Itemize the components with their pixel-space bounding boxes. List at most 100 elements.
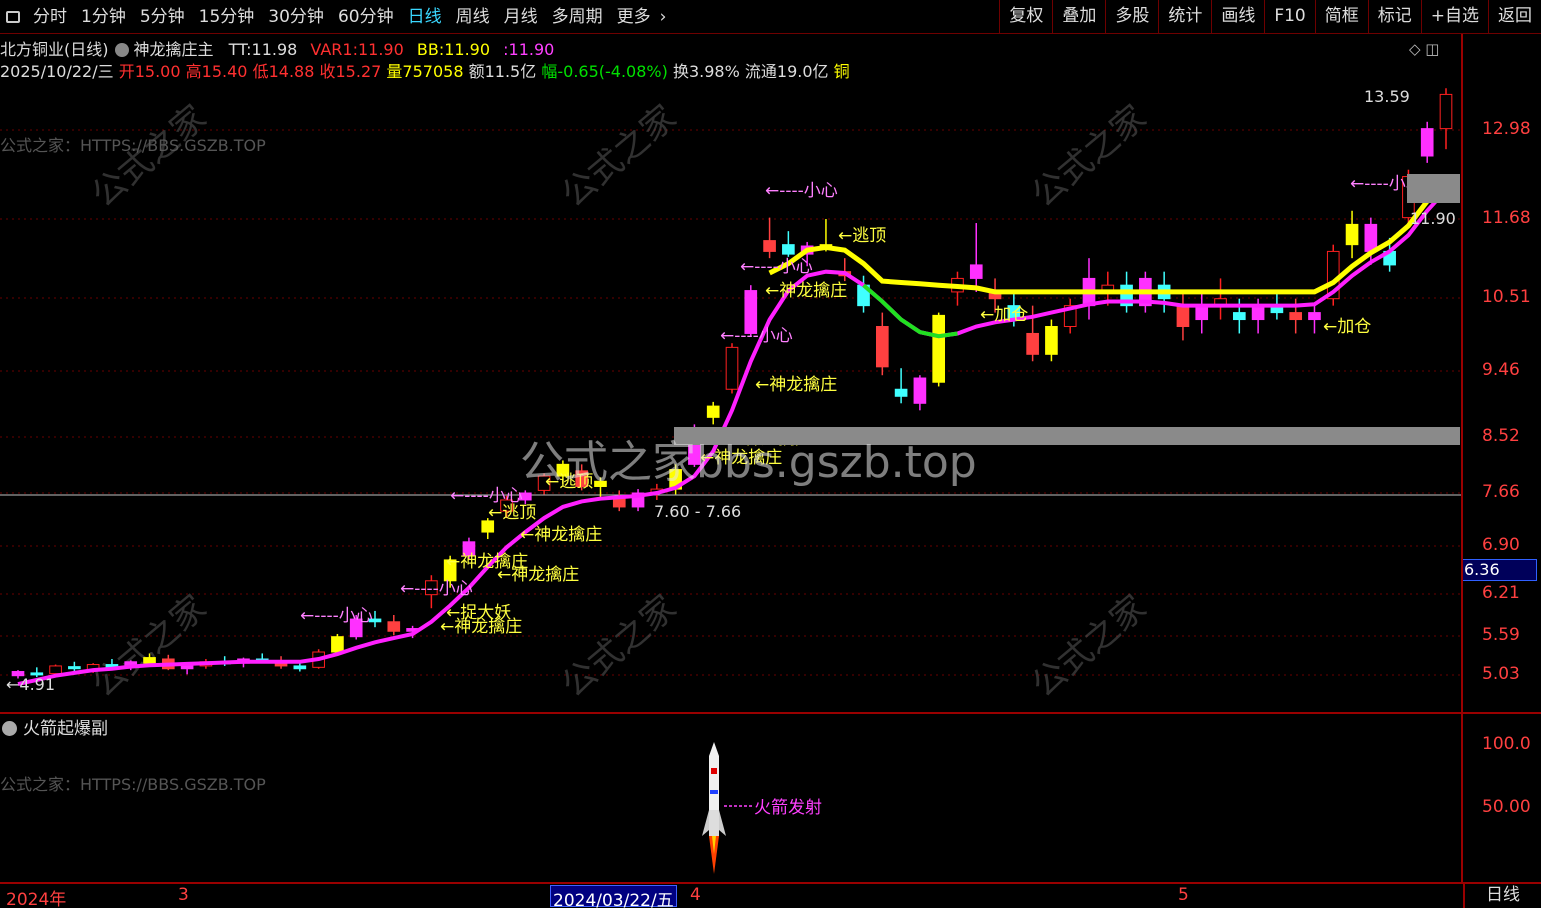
stock-name[interactable]: 北方铜业(日线)	[0, 40, 109, 59]
candle[interactable]	[387, 615, 401, 636]
sub-indicator-name: 火箭起爆副	[23, 719, 108, 739]
candlestick-chart[interactable]: 公式之家 公式之家 公式之家公式之家 公式之家 公式之家←神龙擒庄←神龙擒庄←神龙擒庄←…	[0, 80, 1461, 712]
indicator-name[interactable]: 神龙擒庄主	[134, 40, 214, 59]
quote-date: 2025/10/22/三	[0, 62, 114, 81]
vol-value: 757058	[402, 62, 464, 81]
candle[interactable]	[894, 368, 908, 404]
candle[interactable]	[932, 312, 946, 387]
period-toolbar: 分时 1分钟 5分钟 15分钟 30分钟 60分钟 日线 周线 月线 多周期 更多 › 复权 叠加 多股统…	[0, 0, 1541, 34]
candle[interactable]	[68, 661, 81, 672]
sub-axis-50: 50.00	[1482, 797, 1531, 817]
period-tab-4[interactable]: 30分钟	[261, 0, 331, 34]
toolbar-button-0[interactable]: 复权	[999, 0, 1052, 34]
rocket-stripe	[710, 790, 718, 794]
annotation-label: ←----小心	[720, 326, 793, 346]
period-tab-3[interactable]: 15分钟	[192, 0, 262, 34]
period-tab-0[interactable]: 分时	[26, 0, 74, 34]
period-tabs: 分时 1分钟 5分钟 15分钟 30分钟 60分钟 日线 周线 月线 多周期 更多 ›	[26, 0, 668, 34]
candle[interactable]	[1063, 298, 1077, 334]
period-indicator[interactable]: 日线	[1463, 884, 1541, 908]
annotation-label: ←逃顶	[838, 226, 886, 246]
annotation-label: ←----小心	[740, 257, 813, 277]
toolbar-button-1[interactable]: 叠加	[1052, 0, 1105, 34]
range-label: 7.60 - 7.66	[654, 502, 742, 521]
svg-text:公式之家: 公式之家	[554, 97, 684, 215]
date-cursor: 2024/03/22/五	[550, 885, 677, 908]
candle[interactable]	[1345, 210, 1359, 259]
period-tab-7[interactable]: 周线	[449, 0, 497, 34]
period-tab-8[interactable]: 月线	[497, 0, 545, 34]
period-tab-2[interactable]: 5分钟	[133, 0, 192, 34]
panel-divider	[0, 712, 1541, 714]
period-tab-9[interactable]: 多周期	[545, 0, 610, 34]
extra-value: 11.90	[508, 40, 555, 59]
candle[interactable]	[725, 343, 739, 394]
candle[interactable]	[763, 217, 776, 259]
candle[interactable]	[1045, 319, 1058, 362]
amount-value: 11.5亿	[484, 62, 537, 81]
period-tab-6[interactable]: 日线	[401, 0, 449, 34]
candle[interactable]	[706, 401, 720, 425]
candle[interactable]	[913, 375, 927, 411]
annotation-label: ←加仓	[1323, 317, 1371, 337]
period-tab-10[interactable]: 更多	[610, 0, 658, 34]
svg-text:公式之家: 公式之家	[1024, 97, 1154, 215]
candle[interactable]	[1214, 278, 1227, 320]
low-value: 14.88	[268, 62, 315, 81]
open-label: 开	[118, 62, 135, 81]
price-band-small	[1407, 174, 1460, 203]
candle[interactable]	[612, 490, 626, 512]
tt-value: 11.98	[251, 40, 298, 59]
svg-text:公式之家: 公式之家	[84, 97, 214, 215]
period-tab-5[interactable]: 60分钟	[331, 0, 401, 34]
candle[interactable]	[631, 489, 645, 512]
candle[interactable]	[1082, 258, 1096, 320]
open-value: 15.00	[134, 62, 181, 81]
sub-settings-icon[interactable]	[2, 721, 17, 736]
candle[interactable]	[875, 312, 889, 376]
rocket-fin-right	[719, 810, 726, 836]
sector[interactable]: 铜	[834, 62, 850, 81]
annotation-label: ←加仓	[980, 305, 1028, 325]
candle[interactable]	[969, 223, 983, 292]
toolbar-button-6[interactable]: 简框	[1314, 0, 1368, 34]
candle[interactable]	[1176, 291, 1190, 341]
svg-text:公式之家: 公式之家	[554, 587, 684, 705]
candle[interactable]	[1420, 121, 1434, 163]
sub-indicator-title[interactable]: 火箭起爆副	[0, 714, 108, 739]
price-tick-0: 12.98	[1482, 119, 1531, 139]
price-tick-6: 6.90	[1482, 535, 1520, 555]
candle[interactable]	[1308, 305, 1321, 334]
menu-icon[interactable]	[0, 0, 26, 34]
toolbar-button-9[interactable]: 返回	[1488, 0, 1541, 34]
panel-frame	[1461, 34, 1463, 882]
low-label: 低	[252, 62, 269, 81]
toolbar-button-8[interactable]: +自选	[1420, 0, 1488, 34]
rocket-fin-left	[702, 810, 709, 836]
svg-text:公式之家: 公式之家	[84, 587, 214, 705]
turnover-label: 换	[672, 62, 689, 81]
toolbar-button-7[interactable]: 标记	[1367, 0, 1421, 34]
price-tick-9: 5.03	[1482, 664, 1520, 684]
price-tick-2: 10.51	[1482, 287, 1531, 307]
period-tab-1[interactable]: 1分钟	[74, 0, 133, 34]
toolbar-button-3[interactable]: 统计	[1158, 0, 1211, 34]
candle[interactable]	[1195, 291, 1209, 334]
date-month-3: 3	[178, 885, 189, 905]
toolbar-button-4[interactable]: 画线	[1211, 0, 1264, 34]
indicator-settings-icon[interactable]	[114, 43, 129, 57]
annotation-label: ←神龙擒庄	[765, 281, 847, 301]
rocket-signal: 火箭发射	[702, 742, 822, 874]
candle[interactable]	[1439, 88, 1453, 150]
chevron-right-icon[interactable]: ›	[658, 0, 669, 34]
price-tick-5: 7.66	[1482, 482, 1520, 502]
panel-toggle-icons[interactable]: ◇ ◫	[1409, 40, 1439, 58]
candle[interactable]	[782, 231, 795, 257]
date-month-5: 5	[1178, 885, 1189, 905]
change-label: 幅	[541, 62, 558, 81]
annotation-label: ←神龙擒庄	[755, 375, 837, 395]
current-price-tag: 6.36	[1461, 559, 1537, 581]
toolbar-button-2[interactable]: 多股	[1105, 0, 1158, 34]
toolbar-button-5[interactable]: F10	[1264, 0, 1314, 34]
watermark-text: 公式之家bbs.gszb.top	[520, 437, 977, 488]
